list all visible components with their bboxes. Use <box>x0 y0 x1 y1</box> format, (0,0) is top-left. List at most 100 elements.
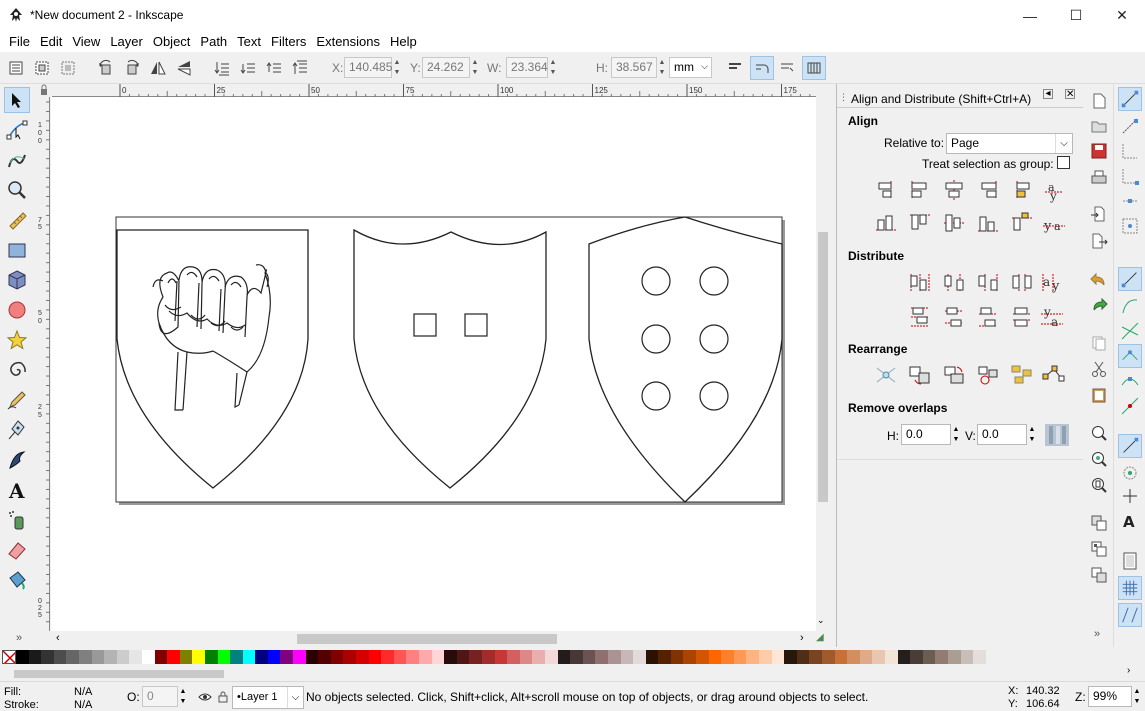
vertical-scrollbar[interactable]: ⌄ <box>816 97 828 631</box>
color-swatch[interactable] <box>935 650 948 664</box>
paste-icon[interactable] <box>1090 386 1108 404</box>
lower-icon[interactable] <box>239 59 257 77</box>
align-bottom-icon[interactable] <box>975 210 1001 236</box>
menu-layer[interactable]: Layer <box>105 34 148 49</box>
menu-edit[interactable]: Edit <box>35 34 67 49</box>
selector-tool[interactable] <box>4 87 30 113</box>
zoom-spinner[interactable]: ▲ ▼ <box>1132 686 1142 707</box>
transform-gradients-toggle[interactable] <box>776 56 800 80</box>
vertical-ruler[interactable]: 100755025025 <box>36 97 50 631</box>
color-swatch[interactable] <box>343 650 357 664</box>
scale-corners-toggle[interactable] <box>750 56 774 80</box>
maximize-button[interactable]: ☐ <box>1053 0 1099 31</box>
cut-icon[interactable] <box>1090 360 1108 378</box>
tweak-tool[interactable] <box>4 147 30 173</box>
clone-icon[interactable] <box>1090 540 1108 558</box>
color-swatch[interactable] <box>897 650 911 664</box>
align-right-icon[interactable] <box>975 177 1001 203</box>
snap-bbox-midpoint-icon[interactable] <box>1118 189 1142 213</box>
overlap-v-spinner[interactable]: ▲ ▼ <box>1027 424 1037 445</box>
color-swatch[interactable] <box>721 650 734 664</box>
color-swatch[interactable] <box>419 650 432 664</box>
snap-text-baseline-icon[interactable]: A <box>1118 509 1142 533</box>
flip-horizontal-icon[interactable] <box>149 59 167 77</box>
color-swatch[interactable] <box>406 650 419 664</box>
color-swatch[interactable] <box>607 650 621 664</box>
flip-vertical-icon[interactable] <box>175 59 193 77</box>
color-swatch[interactable] <box>104 650 117 664</box>
spray-tool[interactable] <box>4 507 30 533</box>
color-swatch[interactable] <box>796 650 810 664</box>
layer-visibility-eye-icon[interactable] <box>198 690 212 704</box>
scroll-right-arrow-icon[interactable]: › <box>800 632 804 644</box>
color-swatch[interactable] <box>532 650 545 664</box>
color-swatch[interactable] <box>217 650 231 664</box>
snap-enable-icon[interactable] <box>1118 87 1142 111</box>
layer-lock-icon[interactable] <box>217 690 229 704</box>
color-swatch[interactable] <box>771 650 785 664</box>
color-swatch[interactable] <box>230 650 243 664</box>
snap-grids-icon[interactable] <box>1118 576 1142 600</box>
color-swatch[interactable] <box>305 650 319 664</box>
color-swatch[interactable] <box>129 650 142 664</box>
spiral-tool[interactable] <box>4 357 30 383</box>
color-swatch[interactable] <box>91 650 105 664</box>
snap-intersection-icon[interactable] <box>1118 319 1142 343</box>
distribute-centers-vertical-icon[interactable] <box>941 304 967 330</box>
color-swatch[interactable] <box>255 650 268 664</box>
menu-text[interactable]: Text <box>232 34 266 49</box>
close-dialog-icon[interactable]: ✕ <box>1065 89 1075 100</box>
print-icon[interactable] <box>1090 169 1108 187</box>
color-swatch[interactable] <box>733 650 747 664</box>
zoom-drawing-icon[interactable] <box>1090 450 1108 468</box>
duplicate-icon[interactable] <box>1090 514 1108 532</box>
snap-line-midpoint-icon[interactable] <box>1118 394 1142 418</box>
zoom-tool[interactable] <box>4 177 30 203</box>
h-spinner[interactable]: ▲ ▼ <box>657 57 667 78</box>
snap-cusp-nodes-icon[interactable] <box>1118 344 1142 368</box>
color-swatch[interactable] <box>544 650 558 664</box>
snap-bbox-center-icon[interactable] <box>1118 214 1142 238</box>
align-baseline-text-icon[interactable]: ay <box>1041 177 1067 203</box>
star-tool[interactable] <box>4 327 30 353</box>
color-swatch[interactable] <box>557 650 571 664</box>
color-swatch[interactable] <box>494 650 508 664</box>
palette-scroll-right-icon[interactable]: › <box>1127 665 1130 676</box>
color-swatch[interactable] <box>645 650 659 664</box>
palette-scroll-thumb[interactable] <box>14 670 224 678</box>
raise-icon[interactable] <box>265 59 283 77</box>
stroke-value[interactable]: N/A <box>74 699 92 711</box>
horizontal-scroll-thumb[interactable] <box>297 634 557 644</box>
color-swatch[interactable] <box>393 650 407 664</box>
y-field[interactable]: 24.262 <box>422 57 470 78</box>
raise-to-top-icon[interactable] <box>291 59 309 77</box>
transform-patterns-toggle[interactable] <box>802 56 826 80</box>
randomize-positions-icon[interactable] <box>1009 362 1035 388</box>
color-swatch[interactable] <box>167 650 180 664</box>
import-icon[interactable] <box>1090 205 1108 223</box>
scroll-down-arrow-icon[interactable]: ⌄ <box>817 615 825 626</box>
text-tool[interactable]: A <box>4 477 30 503</box>
align-top-to-bottom-icon[interactable] <box>1009 210 1035 236</box>
color-swatch[interactable] <box>318 650 331 664</box>
menu-view[interactable]: View <box>67 34 105 49</box>
menu-object[interactable]: Object <box>148 34 196 49</box>
rotate-ccw-icon[interactable] <box>97 59 115 77</box>
calligraphy-tool[interactable] <box>4 447 30 473</box>
deselect-icon[interactable] <box>59 59 77 77</box>
color-swatch[interactable] <box>973 650 986 664</box>
zoom-field[interactable]: 99% <box>1088 686 1132 707</box>
select-all-layers-icon[interactable] <box>33 59 51 77</box>
color-swatch[interactable] <box>620 650 634 664</box>
copy-icon[interactable] <box>1090 334 1108 352</box>
distribute-centers-horizontal-icon[interactable] <box>941 270 967 296</box>
eraser-tool[interactable] <box>4 537 30 563</box>
color-swatch[interactable] <box>154 650 168 664</box>
lower-to-bottom-icon[interactable] <box>213 59 231 77</box>
color-swatch[interactable] <box>356 650 369 664</box>
color-swatch[interactable] <box>431 650 445 664</box>
overlap-h-spinner[interactable]: ▲ ▼ <box>951 424 961 445</box>
color-swatch[interactable] <box>179 650 193 664</box>
color-swatch[interactable] <box>16 650 29 664</box>
resize-handle-icon[interactable]: ◢ <box>816 632 824 643</box>
